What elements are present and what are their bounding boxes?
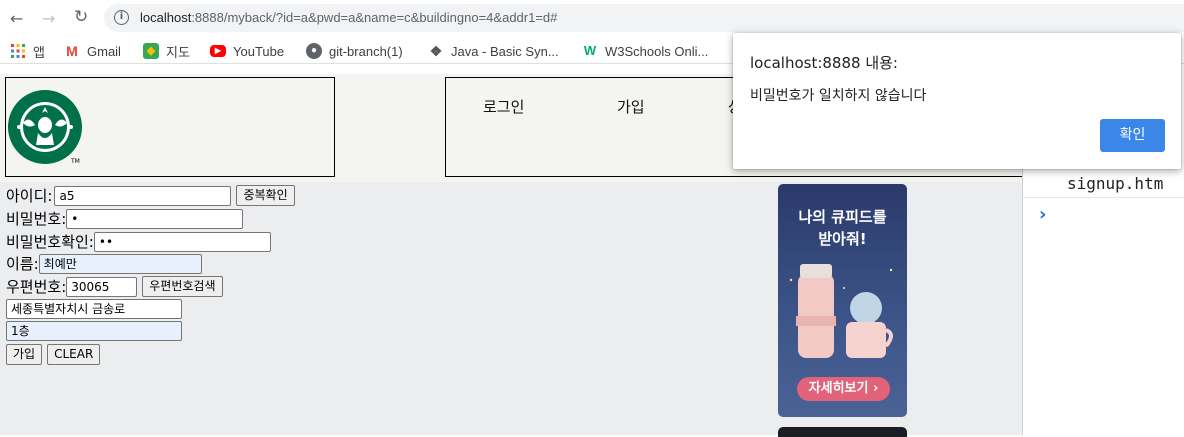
dialog-ok-button[interactable]: 확인 xyxy=(1100,119,1165,152)
java-icon: ❖ xyxy=(429,43,443,59)
dialog-message: 비밀번호가 일치하지 않습니다 xyxy=(750,88,927,104)
starbucks-logo: TM xyxy=(8,90,82,165)
bookmark-label: 앱 xyxy=(33,44,45,60)
devtools-filename[interactable]: signup.htm xyxy=(1067,174,1163,193)
submit-button[interactable]: 가입 xyxy=(6,344,43,365)
bookmark-maps[interactable]: ◆ 지도 xyxy=(143,41,190,61)
console-prompt-chevron-icon: › xyxy=(1039,204,1047,225)
dup-check-button[interactable]: 중복확인 xyxy=(236,185,295,206)
bookmark-git-branch[interactable]: ● git-branch(1) xyxy=(306,41,403,61)
password-input[interactable]: • xyxy=(66,208,244,229)
menu-signup[interactable]: 가입 xyxy=(617,96,645,117)
ad-title: 나의 큐피드를 받아줘! xyxy=(778,206,907,250)
ad-banner[interactable]: 나의 큐피드를 받아줘! 자세히보기 › xyxy=(778,184,907,417)
youtube-icon: ▶ xyxy=(210,45,226,57)
zip-search-button[interactable]: 우편번호검색 xyxy=(142,276,223,297)
password-confirm-input[interactable]: •• xyxy=(93,231,271,252)
url-host: localhost xyxy=(140,10,192,25)
zip-row: 우편번호: 30065 우편번호검색 xyxy=(6,276,223,297)
bookmark-label: git-branch(1) xyxy=(329,43,403,59)
addr1-row: 세종특별자치시 금송로 xyxy=(6,299,182,319)
bookmark-label: YouTube xyxy=(233,43,285,59)
id-row: 아이디: a5 중복확인 xyxy=(6,185,295,206)
gmail-icon: M xyxy=(66,43,78,59)
ad-product-image xyxy=(789,264,893,358)
back-arrow-icon[interactable]: ← xyxy=(10,9,23,28)
apps-grid-icon xyxy=(10,43,26,59)
zip-label: 우편번호: xyxy=(6,278,67,296)
browser-toolbar: ← → ↻ i localhost:8888/myback/?id=a&pwd=… xyxy=(0,0,1184,36)
w3schools-icon: W xyxy=(583,43,597,58)
name-row: 이름: 최예만 xyxy=(6,253,202,274)
bookmark-java[interactable]: ❖ Java - Basic Syn... xyxy=(428,41,559,61)
reload-icon[interactable]: ↻ xyxy=(74,7,88,27)
svg-text:TM: TM xyxy=(70,158,80,165)
pw-confirm-row: 비밀번호확인: •• xyxy=(6,231,271,252)
bookmark-label: Gmail xyxy=(87,43,121,59)
maps-icon: ◆ xyxy=(143,43,159,59)
name-label: 이름: xyxy=(6,255,39,273)
zipcode-input[interactable]: 30065 xyxy=(66,276,138,297)
id-label: 아이디: xyxy=(6,187,53,205)
pw-row: 비밀번호: • xyxy=(6,208,244,229)
url-path: :8888/myback/?id=a&pwd=a&name=c&building… xyxy=(191,10,558,25)
id-input[interactable]: a5 xyxy=(54,185,232,206)
addr2-row: 1층 xyxy=(6,321,182,341)
ad-title-line2: 받아줘! xyxy=(818,230,867,248)
address2-input[interactable]: 1층 xyxy=(6,321,182,341)
address-bar[interactable]: i localhost:8888/myback/?id=a&pwd=a&name… xyxy=(104,4,1184,32)
clear-button[interactable]: CLEAR xyxy=(47,344,101,365)
bookmark-youtube[interactable]: ▶ YouTube xyxy=(210,41,284,61)
menu-login[interactable]: 로그인 xyxy=(483,96,524,117)
devtools-divider xyxy=(1023,197,1184,198)
bookmark-label: Java - Basic Syn... xyxy=(451,43,559,59)
dialog-title: localhost:8888 내용: xyxy=(750,54,898,72)
alert-dialog: localhost:8888 내용: 비밀번호가 일치하지 않습니다 확인 xyxy=(733,33,1181,169)
ad-cta-button[interactable]: 자세히보기 › xyxy=(797,377,890,401)
pw-confirm-label: 비밀번호확인: xyxy=(6,233,94,251)
bookmark-label: W3Schools Onli... xyxy=(605,43,709,59)
address1-input[interactable]: 세종특별자치시 금송로 xyxy=(6,299,182,319)
forward-arrow-icon[interactable]: → xyxy=(42,9,55,28)
action-row: 가입 CLEAR xyxy=(6,344,101,365)
ad-title-line1: 나의 큐피드를 xyxy=(798,208,887,226)
bookmark-gmail[interactable]: M Gmail xyxy=(64,41,121,61)
name-input[interactable]: 최예만 xyxy=(38,253,202,274)
globe-icon: ● xyxy=(306,43,322,59)
bookmark-label: 지도 xyxy=(166,44,190,60)
url-text: localhost:8888/myback/?id=a&pwd=a&name=c… xyxy=(140,10,557,25)
bookmark-apps[interactable]: 앱 xyxy=(10,41,45,61)
pw-label: 비밀번호: xyxy=(6,210,67,228)
bookmark-w3schools[interactable]: W W3Schools Onli... xyxy=(582,41,708,61)
logo-box: TM xyxy=(5,77,335,177)
ad-banner-2[interactable] xyxy=(778,427,907,437)
site-info-icon[interactable]: i xyxy=(114,10,129,25)
